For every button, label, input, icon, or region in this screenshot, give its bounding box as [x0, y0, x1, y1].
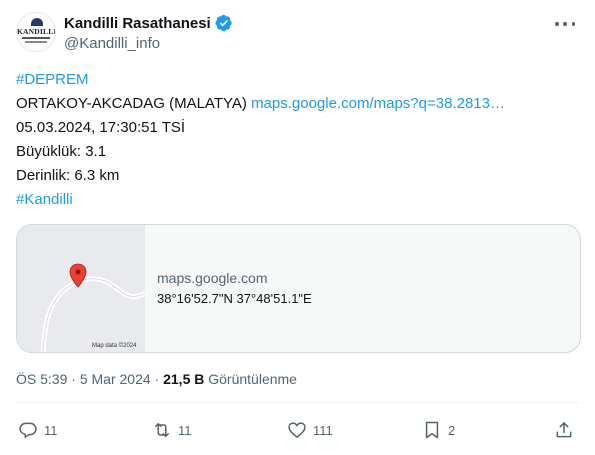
more-options-icon[interactable] [555, 16, 575, 32]
views-count: 21,5 B [163, 371, 205, 387]
bookmark-count: 2 [448, 422, 456, 438]
hashtag-link[interactable]: #DEPREM [16, 71, 89, 88]
depth-text: Derinlik: 6.3 km [16, 167, 120, 184]
tweet-date[interactable]: 5 Mar 2024 [80, 371, 151, 387]
dot [571, 22, 575, 26]
avatar[interactable]: KANDILLI [16, 12, 56, 52]
reply-count: 11 [44, 422, 58, 438]
dot [563, 22, 567, 26]
avatar-logo-line [22, 37, 50, 39]
display-name[interactable]: Kandilli Rasathanesi [64, 15, 211, 32]
card-domain: maps.google.com [157, 270, 268, 286]
magnitude-text: Büyüklük: 3.1 [16, 143, 107, 160]
map-credit: Map data ©2024 [92, 343, 137, 349]
avatar-logo-text: KANDILLI [17, 27, 56, 36]
card-title: 38°16'52.7"N 37°48'51.1"E [157, 291, 312, 306]
retweet-button[interactable]: 11 [152, 414, 192, 446]
datetime-text: 05.03.2024, 17:30:51 TSİ [16, 119, 186, 136]
tweet-header: KANDILLI Kandilli Rasathanesi @Kandilli_… [16, 12, 579, 56]
separator: · [71, 371, 76, 387]
link-preview-card[interactable]: Map data ©2024 maps.google.com 38°16'52.… [16, 224, 581, 353]
retweet-icon [155, 423, 169, 437]
tweet-time[interactable]: ÖS 5:39 [16, 371, 67, 387]
like-count: 111 [313, 422, 333, 438]
tweet-meta: ÖS 5:39 · 5 Mar 2024 · 21,5 B Görüntülen… [16, 371, 297, 387]
divider [16, 402, 579, 403]
reply-button[interactable]: 11 [18, 414, 58, 446]
like-button[interactable]: 111 [287, 414, 333, 446]
dot [555, 22, 559, 26]
tweet-text: #DEPREM ORTAKOY-AKCADAG (MALATYA) maps.g… [16, 68, 579, 212]
reply-icon [19, 422, 37, 439]
bookmark-icon [425, 421, 439, 439]
share-button[interactable] [554, 414, 574, 446]
avatar-logo-line [25, 41, 47, 43]
share-icon [556, 422, 572, 438]
heart-icon [288, 422, 306, 438]
verified-badge-icon[interactable] [215, 14, 233, 32]
map-thumbnail[interactable]: Map data ©2024 [17, 225, 145, 352]
user-handle[interactable]: @Kandilli_info [64, 35, 160, 52]
separator: · [154, 371, 160, 387]
retweet-count: 11 [178, 422, 192, 438]
hashtag-link[interactable]: #Kandilli [16, 191, 73, 208]
maps-link[interactable]: maps.google.com/maps?q=38.2813… [251, 95, 505, 112]
map-image [17, 225, 145, 352]
action-bar: 11 11 111 2 [16, 414, 579, 446]
location-text: ORTAKOY-AKCADAG (MALATYA) [16, 95, 247, 112]
observatory-dome-icon [31, 18, 43, 26]
bookmark-button[interactable]: 2 [422, 414, 455, 446]
name-row: Kandilli Rasathanesi [64, 14, 233, 32]
views-label: Görüntülenme [208, 371, 297, 387]
